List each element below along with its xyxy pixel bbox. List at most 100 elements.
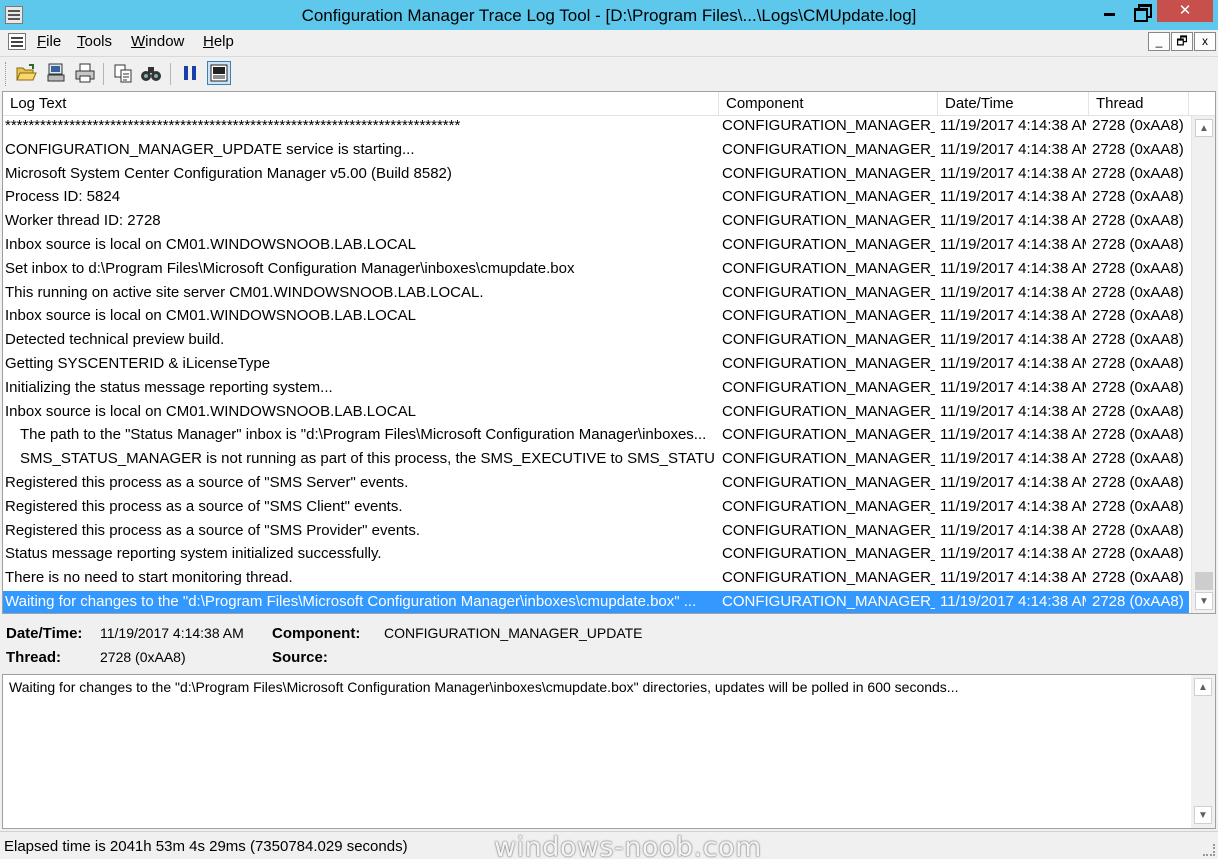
copy-icon[interactable] (111, 61, 135, 85)
log-row-datetime: 11/19/2017 4:14:38 AM (940, 569, 1086, 587)
thread-label: Thread: (6, 649, 62, 666)
log-row[interactable]: The path to the "Status Manager" inbox i… (3, 424, 1189, 448)
log-row-datetime: 11/19/2017 4:14:38 AM (940, 402, 1086, 420)
log-row-component: CONFIGURATION_MANAGER_U (722, 521, 935, 539)
log-list[interactable]: Log Text Component Date/Time Thread ****… (2, 91, 1216, 614)
log-row-text: Detected technical preview build. (5, 331, 225, 349)
mdi-minimize-button[interactable]: _ (1148, 32, 1170, 51)
log-row-component: CONFIGURATION_MANAGER_U (722, 283, 935, 301)
elapsed-time: Elapsed time is 2041h 53m 4s 29ms (73507… (4, 838, 408, 855)
log-row-datetime: 11/19/2017 4:14:38 AM (940, 426, 1086, 444)
log-row-thread: 2728 (0xAA8) (1092, 140, 1184, 158)
log-row-component: CONFIGURATION_MANAGER_U (722, 593, 935, 610)
log-row-thread: 2728 (0xAA8) (1092, 378, 1184, 396)
mdi-close-button[interactable]: x (1194, 32, 1216, 51)
menu-tools[interactable]: Tools (77, 33, 112, 50)
log-row[interactable]: Initializing the status message reportin… (3, 377, 1189, 401)
log-row-component: CONFIGURATION_MANAGER_U (722, 188, 935, 206)
scroll-down-icon[interactable]: ▼ (1194, 806, 1212, 824)
log-row[interactable]: Registered this process as a source of "… (3, 520, 1189, 544)
log-row-datetime: 11/19/2017 4:14:38 AM (940, 117, 1086, 134)
toolbar-separator (170, 63, 171, 85)
log-row[interactable]: Inbox source is local on CM01.WINDOWSNOO… (3, 234, 1189, 258)
log-row[interactable]: There is no need to start monitoring thr… (3, 567, 1189, 591)
resize-grip-icon[interactable] (1203, 844, 1215, 856)
print-icon[interactable] (73, 61, 97, 85)
log-row[interactable]: SMS_STATUS_MANAGER is not running as par… (3, 448, 1189, 472)
log-row-component: CONFIGURATION_MANAGER_U (722, 545, 935, 563)
log-row-thread: 2728 (0xAA8) (1092, 521, 1184, 539)
open-icon[interactable] (14, 61, 38, 85)
scroll-down-icon[interactable]: ▼ (1195, 592, 1213, 610)
log-row-thread: 2728 (0xAA8) (1092, 283, 1184, 301)
source-label: Source: (272, 649, 328, 666)
log-row-component: CONFIGURATION_MANAGER_U (722, 259, 935, 277)
log-row-text: SMS_STATUS_MANAGER is not running as par… (20, 450, 715, 468)
log-row-datetime: 11/19/2017 4:14:38 AM (940, 593, 1086, 610)
log-row-thread: 2728 (0xAA8) (1092, 450, 1184, 468)
log-row-thread: 2728 (0xAA8) (1092, 426, 1184, 444)
message-pane[interactable]: Waiting for changes to the "d:\Program F… (2, 674, 1216, 829)
menu-help[interactable]: Help (203, 33, 234, 50)
restore-button[interactable] (1125, 0, 1159, 22)
log-row[interactable]: Worker thread ID: 2728 CONFIGURATION_MANA… (3, 210, 1189, 234)
log-row[interactable]: CONFIGURATION_MANAGER_UPDATE service is … (3, 139, 1189, 163)
log-row-text: Set inbox to d:\Program Files\Microsoft … (5, 259, 575, 277)
log-row-thread: 2728 (0xAA8) (1092, 117, 1184, 134)
document-icon[interactable] (8, 33, 26, 50)
scroll-thumb[interactable] (1195, 572, 1213, 590)
log-row-text: This running on active site server CM01.… (5, 283, 484, 301)
close-button[interactable]: ✕ (1157, 0, 1213, 22)
log-row-text: Waiting for changes to the "d:\Program F… (5, 593, 697, 610)
log-row[interactable]: Inbox source is local on CM01.WINDOWSNOO… (3, 305, 1189, 329)
log-row-datetime: 11/19/2017 4:14:38 AM (940, 355, 1086, 372)
log-row-component: CONFIGURATION_MANAGER_U (722, 164, 935, 182)
log-row[interactable]: Status message reporting system initiali… (3, 543, 1189, 567)
message-text: Waiting for changes to the "d:\Program F… (9, 679, 959, 695)
log-row-thread: 2728 (0xAA8) (1092, 497, 1184, 515)
log-row[interactable]: Microsoft System Center Configuration Ma… (3, 163, 1189, 187)
log-row-text: Status message reporting system initiali… (5, 545, 382, 563)
log-row[interactable]: Detected technical preview build. CONFIGU… (3, 329, 1189, 353)
log-row-component: CONFIGURATION_MANAGER_U (722, 140, 935, 158)
log-row[interactable]: Waiting for changes to the "d:\Program F… (3, 591, 1189, 613)
log-row[interactable]: Process ID: 5824 CONFIGURATION_MANAGER_U 1… (3, 186, 1189, 210)
log-row-component: CONFIGURATION_MANAGER_U (722, 307, 935, 325)
log-row-component: CONFIGURATION_MANAGER_U (722, 236, 935, 253)
show-details-icon[interactable] (207, 61, 231, 85)
log-row-datetime: 11/19/2017 4:14:38 AM (940, 474, 1086, 491)
column-header-thread[interactable]: Thread (1089, 92, 1189, 116)
log-row-datetime: 11/19/2017 4:14:38 AM (940, 164, 1086, 182)
column-header-component[interactable]: Component (719, 92, 938, 116)
toolbar-grip (5, 62, 8, 86)
log-row-text: Getting SYSCENTERID & iLicenseType (5, 355, 271, 372)
log-scrollbar[interactable]: ▲ ▼ (1191, 116, 1215, 613)
scroll-up-icon[interactable]: ▲ (1194, 678, 1212, 696)
log-row[interactable]: Getting SYSCENTERID & iLicenseType CONFIG… (3, 353, 1189, 377)
datetime-value: 11/19/2017 4:14:38 AM (100, 625, 244, 641)
log-row-text: CONFIGURATION_MANAGER_UPDATE service is … (5, 140, 415, 158)
minimize-button[interactable] (1093, 0, 1127, 22)
log-row[interactable]: Inbox source is local on CM01.WINDOWSNOO… (3, 401, 1189, 425)
pause-icon[interactable] (178, 61, 202, 85)
log-row-text: Initializing the status message reportin… (5, 378, 333, 396)
find-icon[interactable] (139, 61, 163, 85)
message-scrollbar[interactable]: ▲ ▼ (1191, 675, 1215, 828)
log-row-text: Inbox source is local on CM01.WINDOWSNOO… (5, 236, 416, 253)
log-row-component: CONFIGURATION_MANAGER_U (722, 355, 935, 372)
title-bar: Configuration Manager Trace Log Tool - [… (0, 0, 1218, 30)
log-row[interactable]: Registered this process as a source of "… (3, 496, 1189, 520)
log-row[interactable]: Set inbox to d:\Program Files\Microsoft … (3, 258, 1189, 282)
log-row[interactable]: Registered this process as a source of "… (3, 472, 1189, 496)
menu-file[interactable]: File (37, 33, 61, 50)
print-setup-icon[interactable] (44, 61, 68, 85)
log-row[interactable]: ****************************************… (3, 116, 1189, 139)
mdi-restore-button[interactable]: 🗗 (1171, 32, 1193, 51)
column-header-date-time[interactable]: Date/Time (938, 92, 1089, 116)
column-header-log-text[interactable]: Log Text (3, 92, 719, 116)
watermark: windows-noob.com (494, 832, 762, 859)
scroll-up-icon[interactable]: ▲ (1195, 119, 1213, 137)
log-row-text: Microsoft System Center Configuration Ma… (5, 164, 452, 182)
menu-window[interactable]: Window (131, 33, 184, 50)
log-row[interactable]: This running on active site server CM01.… (3, 282, 1189, 306)
